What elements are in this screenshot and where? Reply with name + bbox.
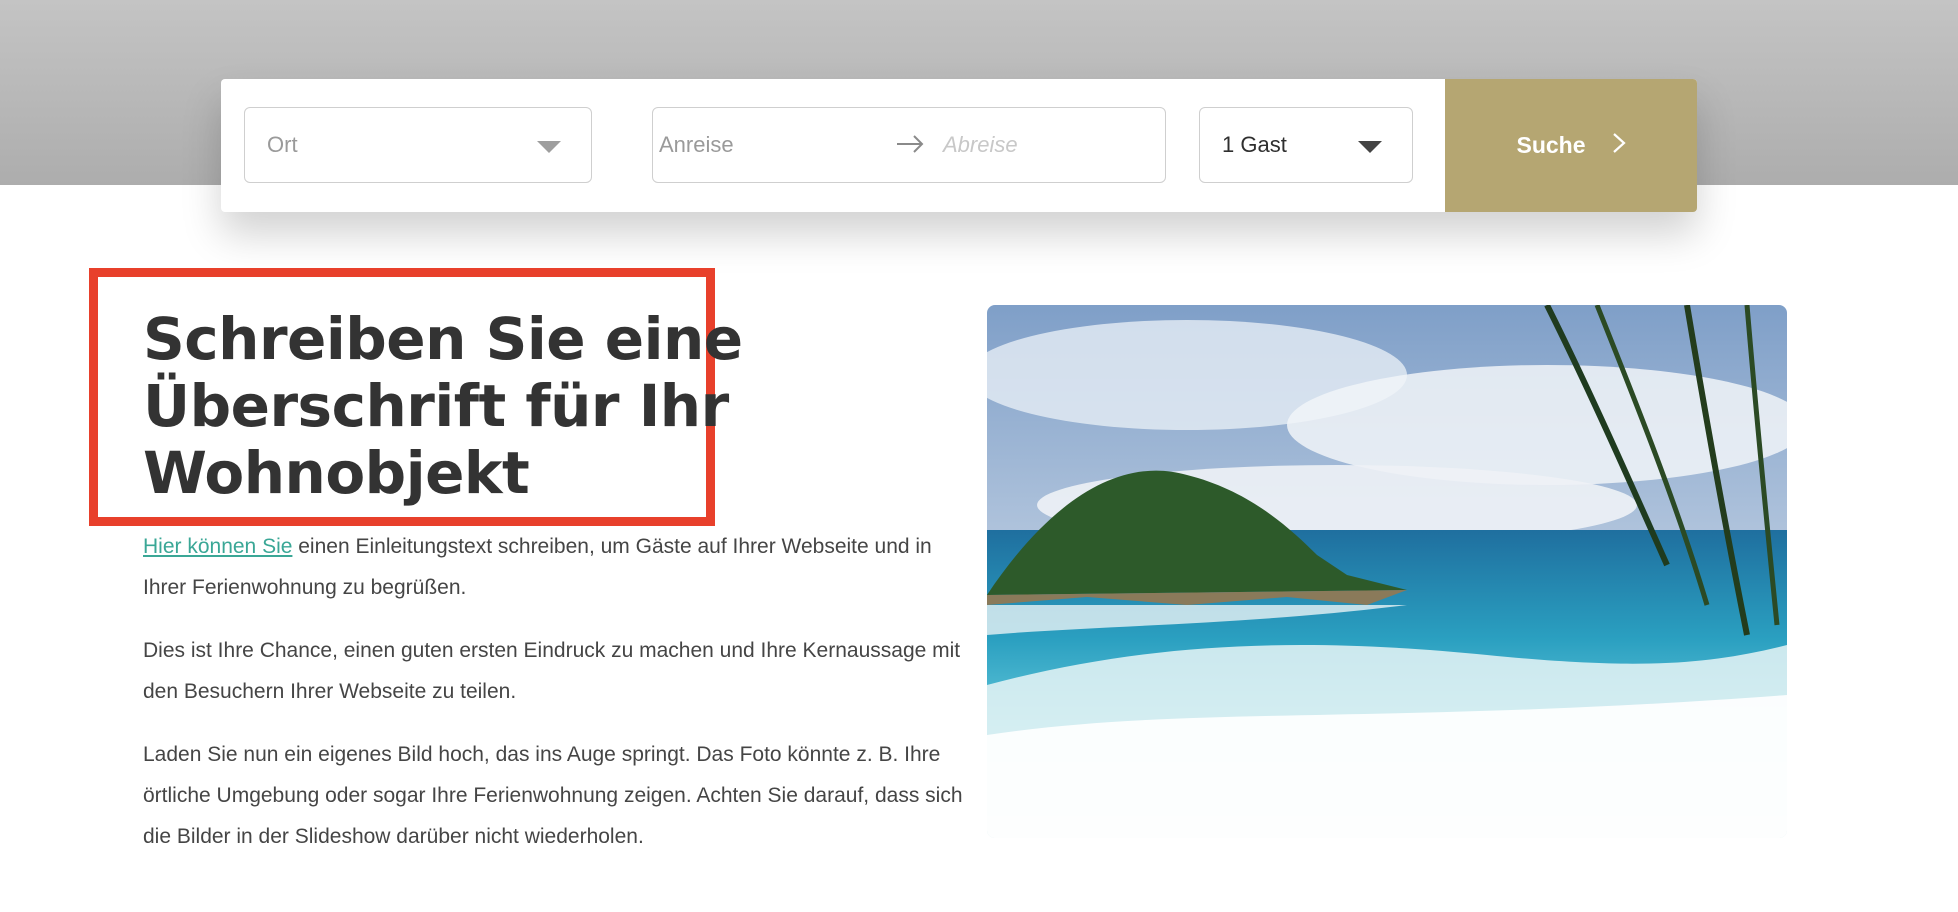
arrival-date-field[interactable]: Anreise [659, 132, 734, 158]
location-placeholder: Ort [267, 132, 298, 157]
departure-date-field[interactable]: Abreise [943, 132, 1018, 158]
location-select[interactable]: Ort [244, 107, 592, 183]
guests-select[interactable]: 1 Gast [1199, 107, 1413, 183]
chevron-right-icon [1612, 132, 1626, 160]
search-button[interactable]: Suche [1445, 79, 1697, 212]
arrow-right-icon [896, 134, 924, 160]
search-button-label: Suche [1516, 132, 1586, 158]
page-heading: Schreiben Sie eine Überschrift für Ihr W… [143, 305, 743, 507]
paragraph-2: Dies ist Ihre Chance, einen guten ersten… [143, 639, 961, 703]
intro-link[interactable]: Hier können Sie [143, 535, 292, 558]
beach-photo [987, 305, 1787, 838]
chevron-down-icon [1358, 141, 1382, 153]
chevron-down-icon [537, 141, 561, 153]
guests-value: 1 Gast [1222, 132, 1287, 157]
paragraph-3: Laden Sie nun ein eigenes Bild hoch, das… [143, 743, 963, 848]
page: Ort Anreise Abreise 1 Gast Suche Schreib… [0, 0, 1958, 912]
date-range-picker[interactable]: Anreise Abreise [652, 107, 1166, 183]
booking-search-bar: Ort Anreise Abreise 1 Gast Suche [221, 79, 1697, 212]
intro-paragraph: Hier können Sie einen Einleitungstext sc… [143, 526, 963, 608]
